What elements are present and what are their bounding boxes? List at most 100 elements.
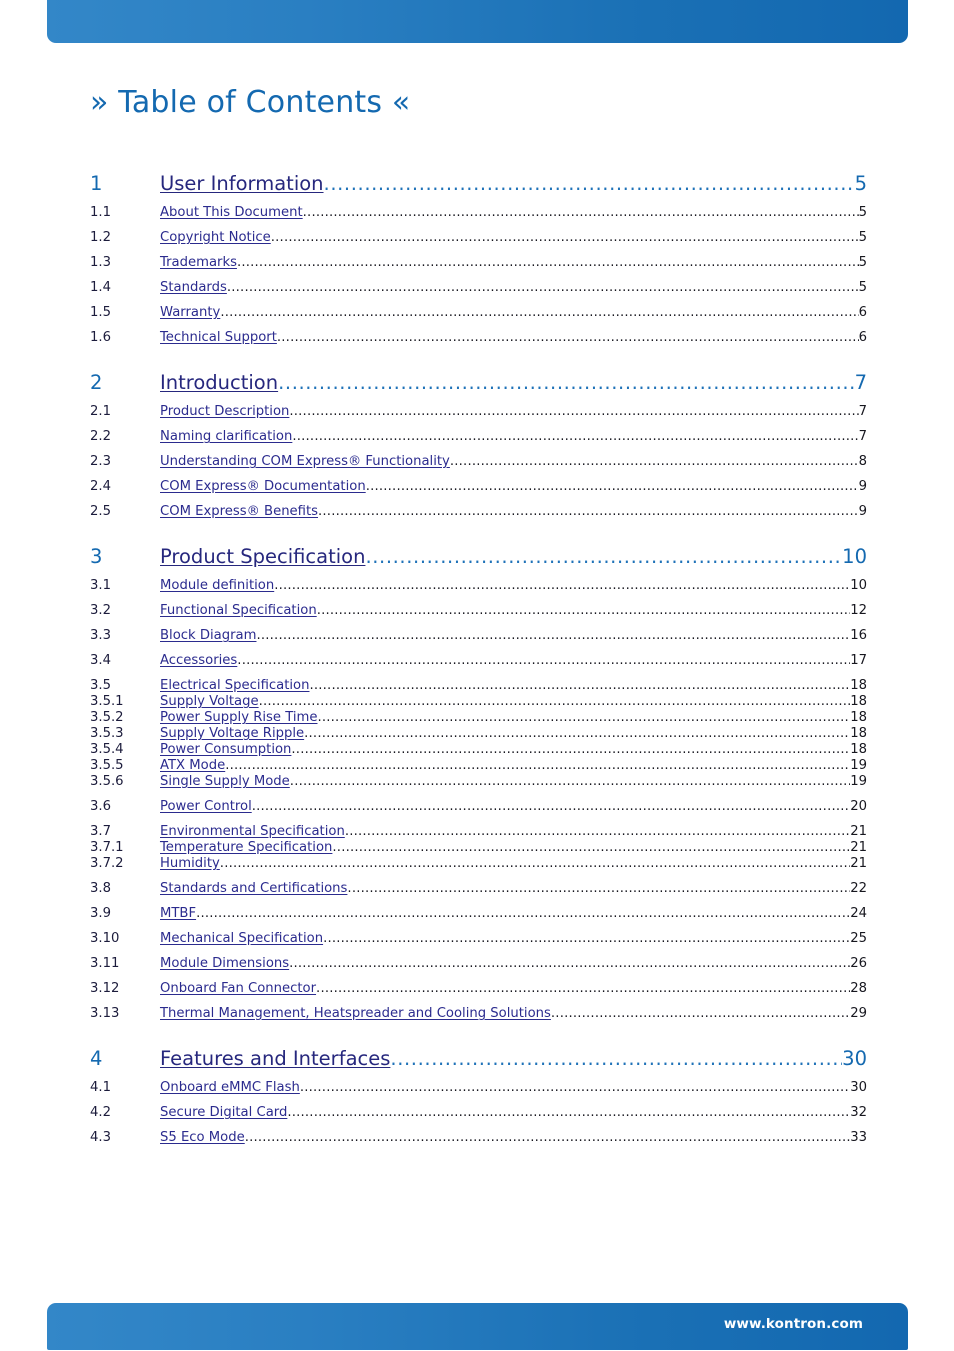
toc-entry-3-9[interactable]: 3.9 MTBF.................................… <box>90 906 867 921</box>
toc-entry-page-number: 21 <box>850 824 867 839</box>
page-title: » Table of Contents « <box>90 85 411 120</box>
toc-entry-2-3[interactable]: 2.3 Understanding COM Express® Functional… <box>90 454 867 469</box>
toc-entry-3-5-1[interactable]: 3.5.1 Supply Voltage.....................… <box>90 694 867 709</box>
toc-entry-label[interactable]: COM Express® Benefits <box>160 504 318 519</box>
toc-entry-3-5-3[interactable]: 3.5.3 Supply Voltage Ripple..............… <box>90 726 867 741</box>
toc-entry-3-12[interactable]: 3.12 Onboard Fan Connector...............… <box>90 981 867 996</box>
toc-entry-3-8[interactable]: 3.8 Standards and Certifications.........… <box>90 881 867 896</box>
toc-entry-1[interactable]: 1 User Information.......................… <box>90 172 867 195</box>
toc-entry-label[interactable]: Single Supply Mode <box>160 774 290 789</box>
toc-entry-3-10[interactable]: 3.10 Mechanical Specification............… <box>90 931 867 946</box>
toc-entry-label[interactable]: Product Specification <box>160 545 365 568</box>
toc-entry-label[interactable]: About This Document <box>160 205 303 220</box>
toc-entry-3-3[interactable]: 3.3 Block Diagram........................… <box>90 628 867 643</box>
toc-entry-label[interactable]: Supply Voltage <box>160 694 259 709</box>
toc-entry-number: 3.5.1 <box>90 694 124 709</box>
toc-dot-leader: ........................................… <box>316 981 851 996</box>
toc-entry-label[interactable]: Onboard eMMC Flash <box>160 1080 300 1095</box>
toc-dot-leader: ........................................… <box>289 774 850 789</box>
toc-dot-leader: ........................................… <box>344 824 850 839</box>
toc-entry-1-2[interactable]: 1.2 Copyright Notice.....................… <box>90 230 867 245</box>
toc-entry-number: 1.1 <box>90 205 111 220</box>
toc-entry-3-2[interactable]: 3.2 Functional Specification.............… <box>90 603 867 618</box>
toc-dot-leader: ........................................… <box>196 906 851 921</box>
toc-entry-label[interactable]: Naming clarification <box>160 429 292 444</box>
toc-entry-number: 3.7.1 <box>90 840 124 855</box>
toc-entry-label[interactable]: Standards and Certifications <box>160 881 347 896</box>
toc-entry-label[interactable]: Humidity <box>160 856 220 871</box>
toc-entry-3-7-2[interactable]: 3.7.2 Humidity...........................… <box>90 856 867 871</box>
toc-entry-label[interactable]: Supply Voltage Ripple <box>160 726 304 741</box>
toc-entry-3-5[interactable]: 3.5 Electrical Specification............… <box>90 678 867 693</box>
toc-entry-label[interactable]: Features and Interfaces <box>160 1047 390 1070</box>
toc-entry-label[interactable]: Thermal Management, Heatspreader and Coo… <box>160 1006 551 1021</box>
toc-dot-leader: ........................................… <box>323 172 855 195</box>
toc-entry-label[interactable]: Power Control <box>160 799 252 814</box>
toc-entry-3[interactable]: 3 Product Specification..................… <box>90 545 867 568</box>
toc-entry-3-6[interactable]: 3.6 Power Control........................… <box>90 799 867 814</box>
toc-entry-1-3[interactable]: 1.3 Trademarks...........................… <box>90 255 867 270</box>
toc-entry-label[interactable]: COM Express® Documentation <box>160 479 366 494</box>
toc-entry-label[interactable]: Functional Specification <box>160 603 317 618</box>
toc-entry-label[interactable]: MTBF <box>160 906 196 921</box>
toc-entry-2-5[interactable]: 2.5 COM Express® Benefits................… <box>90 504 867 519</box>
toc-entry-label[interactable]: Accessories <box>160 653 237 668</box>
toc-entry-1-5[interactable]: 1.5 Warranty.............................… <box>90 305 867 320</box>
toc-entry-4[interactable]: 4 Features and Interfaces................… <box>90 1047 867 1070</box>
toc-dot-leader: ........................................… <box>289 956 850 971</box>
toc-entry-label[interactable]: Mechanical Specification <box>160 931 323 946</box>
toc-entry-page-number: 18 <box>850 710 867 725</box>
toc-entry-3-1[interactable]: 3.1 Module definition....................… <box>90 578 867 593</box>
toc-entry-label[interactable]: Power Consumption <box>160 742 291 757</box>
toc-entry-page-number: 17 <box>850 653 867 668</box>
toc-entry-3-5-4[interactable]: 3.5.4 Power Consumption..................… <box>90 742 867 757</box>
toc-entry-3-5-2[interactable]: 3.5.2 Power Supply Rise Time.............… <box>90 710 867 725</box>
toc-entry-label[interactable]: S5 Eco Mode <box>160 1130 245 1145</box>
toc-entry-3-7-1[interactable]: 3.7.1 Temperature Specification..........… <box>90 840 867 855</box>
toc-entry-label[interactable]: Module definition <box>160 578 274 593</box>
toc-entry-2-1[interactable]: 2.1 Product Description..................… <box>90 404 867 419</box>
toc-entry-3-5-6[interactable]: 3.5.6 Single Supply Mode.................… <box>90 774 867 789</box>
toc-entry-label[interactable]: Temperature Specification <box>160 840 332 855</box>
footer-url[interactable]: www.kontron.com <box>724 1316 863 1332</box>
toc-entry-2-4[interactable]: 2.4 COM Express® Documentation...........… <box>90 479 867 494</box>
toc-entry-label[interactable]: Block Diagram <box>160 628 256 643</box>
toc-entry-label[interactable]: Warranty <box>160 305 220 320</box>
toc-entry-number: 3 <box>90 545 103 568</box>
toc-entry-label[interactable]: Technical Support <box>160 330 277 345</box>
toc-entry-1-1[interactable]: 1.1 About This Document..................… <box>90 205 867 220</box>
toc-entry-number: 1.4 <box>90 280 111 295</box>
toc-entry-label[interactable]: Product Description <box>160 404 289 419</box>
toc-entry-number: 3.5.2 <box>90 710 124 725</box>
toc-entry-label[interactable]: Introduction <box>160 371 278 394</box>
toc-entry-label[interactable]: Environmental Specification <box>160 824 345 839</box>
toc-entry-1-4[interactable]: 1.4 Standards............................… <box>90 280 867 295</box>
toc-entry-label[interactable]: Electrical Specification <box>160 678 309 693</box>
toc-entry-label[interactable]: Standards <box>160 280 227 295</box>
header-bar <box>47 0 908 43</box>
toc-entry-3-4[interactable]: 3.4 Accessories..........................… <box>90 653 867 668</box>
toc-entry-3-7[interactable]: 3.7 Environmental Specification..........… <box>90 824 867 839</box>
toc-entry-label[interactable]: User Information <box>160 172 324 195</box>
toc-entry-1-6[interactable]: 1.6 Technical Support....................… <box>90 330 867 345</box>
toc-entry-3-13[interactable]: 3.13 Thermal Management, Heatspreader and… <box>90 1006 867 1021</box>
toc-dot-leader: ........................................… <box>390 1047 843 1070</box>
toc-entry-label[interactable]: ATX Mode <box>160 758 225 773</box>
toc-entry-label[interactable]: Understanding COM Express® Functionality <box>160 454 450 469</box>
toc-entry-label[interactable]: Copyright Notice <box>160 230 271 245</box>
toc-dot-leader: ........................................… <box>226 280 859 295</box>
toc-entry-2-2[interactable]: 2.2 Naming clarification.................… <box>90 429 867 444</box>
toc-entry-4-2[interactable]: 4.2 Secure Digital Card..................… <box>90 1105 867 1120</box>
toc-entry-3-11[interactable]: 3.11 Module Dimensions...................… <box>90 956 867 971</box>
toc-entry-label[interactable]: Trademarks <box>160 255 237 270</box>
toc-entry-4-3[interactable]: 4.3 S5 Eco Mode..........................… <box>90 1130 867 1145</box>
toc-entry-2[interactable]: 2 Introduction...........................… <box>90 371 867 394</box>
toc-entry-label[interactable]: Secure Digital Card <box>160 1105 287 1120</box>
toc-entry-3-5-5[interactable]: 3.5.5 ATX Mode...........................… <box>90 758 867 773</box>
toc-entry-label[interactable]: Onboard Fan Connector <box>160 981 316 996</box>
toc-entry-page-number: 20 <box>850 799 867 814</box>
toc-entry-label[interactable]: Power Supply Rise Time <box>160 710 317 725</box>
toc-dot-leader: ........................................… <box>251 799 850 814</box>
toc-entry-label[interactable]: Module Dimensions <box>160 956 289 971</box>
toc-entry-4-1[interactable]: 4.1 Onboard eMMC Flash...................… <box>90 1080 867 1095</box>
